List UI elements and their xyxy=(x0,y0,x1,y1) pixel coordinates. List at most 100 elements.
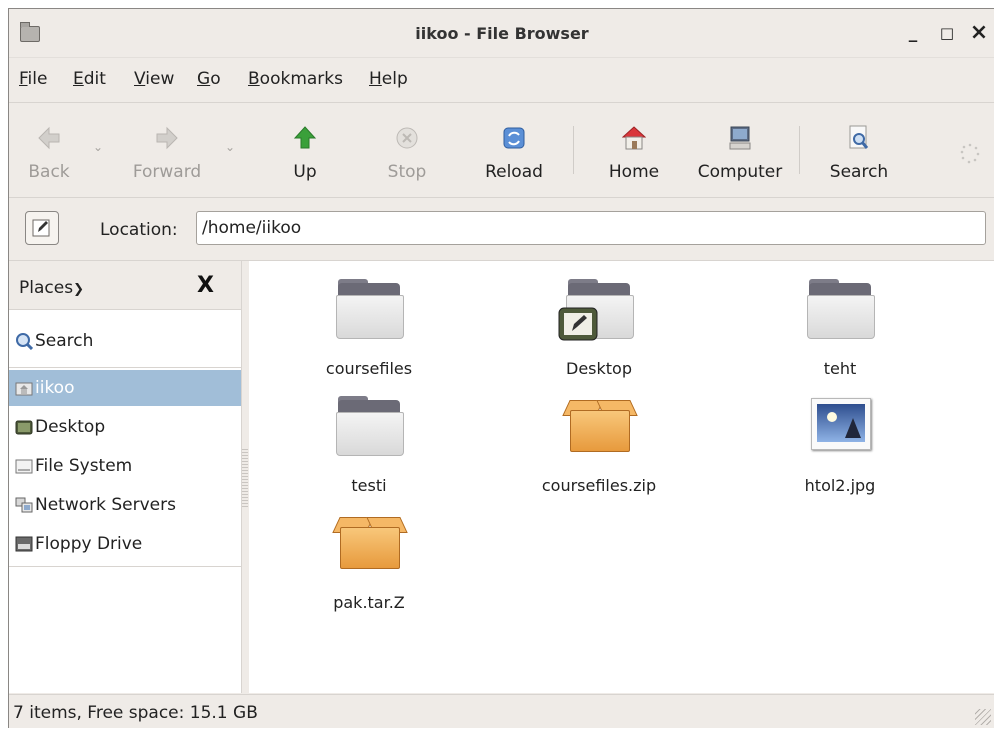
forward-label: Forward xyxy=(132,162,202,182)
close-button[interactable]: × xyxy=(968,22,990,44)
back-button[interactable]: Back xyxy=(17,104,81,197)
network-icon xyxy=(15,497,33,513)
sidebar-resize-handle[interactable] xyxy=(242,449,248,509)
sidebar-item-label: Network Servers xyxy=(35,495,176,515)
places-selector-label: Places xyxy=(19,278,74,298)
file-item[interactable]: testi xyxy=(289,392,449,495)
file-name: coursefiles xyxy=(325,359,413,378)
toggle-location-edit-button[interactable] xyxy=(25,211,59,245)
toolbar-separator xyxy=(573,126,574,174)
places-header: Places❯ X xyxy=(9,261,241,310)
toolbar: Back ⌄ Forward ⌄ Up Stop Reload Home Com… xyxy=(9,104,994,198)
archive-box-icon xyxy=(332,509,408,573)
chevron-down-icon: ⌄ xyxy=(225,140,236,154)
file-name: pak.tar.Z xyxy=(333,593,405,612)
search-icon xyxy=(16,333,33,350)
sidebar-item-label: Floppy Drive xyxy=(35,534,143,554)
reload-label: Reload xyxy=(485,162,543,182)
up-button[interactable]: Up xyxy=(275,104,335,197)
up-arrow-icon xyxy=(293,126,317,149)
up-label: Up xyxy=(293,162,317,182)
folder-icon xyxy=(805,275,875,339)
chevron-down-icon: ⌄ xyxy=(93,140,104,154)
stop-icon xyxy=(396,127,418,149)
sidebar-separator xyxy=(9,367,241,368)
home-button[interactable]: Home xyxy=(599,104,669,197)
title-bar[interactable]: iikoo - File Browser _ □ × xyxy=(9,9,994,58)
archive-box-icon xyxy=(562,392,638,456)
folder-icon xyxy=(334,392,404,456)
menu-view[interactable]: View xyxy=(134,69,174,89)
location-label: Location: xyxy=(100,220,178,240)
sidebar-item-label: File System xyxy=(35,456,133,476)
back-arrow-icon xyxy=(38,126,60,150)
forward-history-dropdown[interactable]: ⌄ xyxy=(221,104,241,197)
edit-pencil-icon xyxy=(32,219,50,237)
file-item[interactable]: Desktop xyxy=(519,275,679,378)
drive-icon xyxy=(15,459,33,474)
sidebar-item-iikoo[interactable]: iikoo xyxy=(9,370,241,406)
desktop-folder-icon xyxy=(558,275,634,341)
file-item[interactable]: teht xyxy=(760,275,920,378)
stop-button[interactable]: Stop xyxy=(377,104,437,197)
forward-arrow-icon xyxy=(156,126,178,150)
file-name: Desktop xyxy=(566,359,632,378)
places-selector[interactable]: Places❯ xyxy=(19,278,84,298)
menu-bookmarks[interactable]: Bookmarks xyxy=(248,69,343,89)
status-text: 7 items, Free space: 15.1 GB xyxy=(13,703,258,723)
file-item[interactable]: htol2.jpg xyxy=(760,392,920,495)
home-icon xyxy=(622,126,646,150)
menu-edit[interactable]: Edit xyxy=(73,69,106,89)
maximize-button[interactable]: □ xyxy=(936,22,958,44)
search-icon xyxy=(849,125,869,149)
toolbar-separator xyxy=(799,126,800,174)
file-item[interactable]: coursefiles.zip xyxy=(519,392,679,495)
menu-bar: File Edit View Go Bookmarks Help xyxy=(9,58,994,103)
sidebar-item-network-servers[interactable]: Network Servers xyxy=(9,487,241,523)
location-bar: Location: xyxy=(9,198,994,261)
forward-button[interactable]: Forward xyxy=(121,104,213,197)
minimize-button[interactable]: _ xyxy=(902,22,924,44)
sidebar-item-file-system[interactable]: File System xyxy=(9,448,241,484)
folder-icon xyxy=(334,275,404,339)
back-history-dropdown[interactable]: ⌄ xyxy=(89,104,109,197)
file-name: testi xyxy=(351,476,387,495)
file-browser-window: iikoo - File Browser _ □ × File Edit Vie… xyxy=(8,8,994,728)
computer-icon xyxy=(729,126,751,150)
sidebar-separator xyxy=(9,566,241,567)
file-icon-view[interactable]: coursefiles Desktop teht testi coursefil… xyxy=(249,261,994,693)
file-name: teht xyxy=(823,359,857,378)
reload-icon xyxy=(503,127,525,149)
desktop-icon xyxy=(15,420,33,435)
sidebar-item-label: Search xyxy=(35,331,94,351)
throbber-icon xyxy=(960,143,980,164)
sidebar-item-label: iikoo xyxy=(35,378,75,398)
home-label: Home xyxy=(608,162,660,182)
back-label: Back xyxy=(28,162,70,182)
sidebar-item-label: Desktop xyxy=(35,417,106,437)
computer-label: Computer xyxy=(697,162,783,182)
sidebar-item-desktop[interactable]: Desktop xyxy=(9,409,241,445)
home-folder-icon xyxy=(15,382,33,396)
chevron-down-icon: ❯ xyxy=(73,282,84,297)
search-button[interactable]: Search xyxy=(821,104,897,197)
reload-button[interactable]: Reload xyxy=(474,104,554,197)
image-file-icon xyxy=(805,392,875,456)
places-sidebar: Places❯ X Search iikoo Desktop File Syst… xyxy=(9,261,242,693)
close-sidebar-button[interactable]: X xyxy=(197,273,214,298)
computer-button[interactable]: Computer xyxy=(692,104,788,197)
file-item[interactable]: pak.tar.Z xyxy=(289,509,449,612)
file-name: htol2.jpg xyxy=(804,476,876,495)
floppy-icon xyxy=(15,536,33,552)
file-item[interactable]: coursefiles xyxy=(289,275,449,378)
window-title: iikoo - File Browser xyxy=(415,24,589,43)
menu-go[interactable]: Go xyxy=(197,69,221,89)
sidebar-item-floppy-drive[interactable]: Floppy Drive xyxy=(9,526,241,562)
menu-help[interactable]: Help xyxy=(369,69,408,89)
stop-label: Stop xyxy=(387,162,427,182)
resize-grip[interactable] xyxy=(975,709,991,725)
location-input[interactable] xyxy=(196,211,986,245)
status-bar: 7 items, Free space: 15.1 GB xyxy=(9,694,994,729)
menu-file[interactable]: File xyxy=(19,69,47,89)
sidebar-item-search[interactable]: Search xyxy=(9,323,241,359)
